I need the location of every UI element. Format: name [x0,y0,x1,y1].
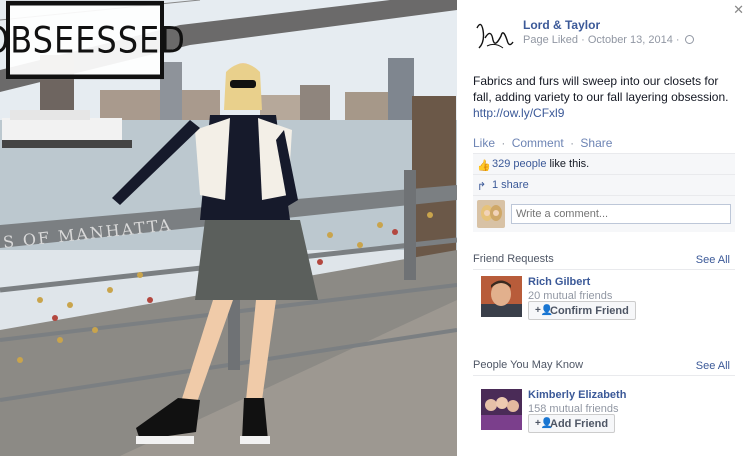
ufi-box: 👍 329 people like this. ↱ 1 share [473,153,735,232]
friend-requests-see-all[interactable]: See All [696,254,730,266]
stamp-text: OBSEESSED [0,18,186,62]
globe-icon [684,35,694,44]
likes-suffix: like this. [549,158,590,170]
likes-count-link[interactable]: 329 people [492,158,546,170]
post-link[interactable]: http://ow.ly/CFxl9 [473,106,564,120]
action-dot: · [570,136,575,150]
likes-row: 👍 329 people like this. [473,154,735,175]
share-link[interactable]: Share [580,136,612,150]
divider [473,375,735,376]
comment-link[interactable]: Comment [512,136,564,150]
people-you-may-know-title: People You May Know [473,359,584,371]
people-you-may-know-see-all[interactable]: See All [696,360,730,372]
post-header: Lord & Taylor Page Liked · October 13, 2… [473,16,735,56]
like-link[interactable]: Like [473,136,495,150]
shares-count-link[interactable]: 1 share [492,179,529,191]
post-photo[interactable]: OBSEESSED S OF MANHATTA [0,0,457,456]
confirm-friend-label: Confirm Friend [550,304,629,317]
avatar[interactable] [477,200,505,228]
thumbs-up-icon: 👍 [477,159,491,172]
page-name-link[interactable]: Lord & Taylor [523,18,600,32]
obsessed-stamp: OBSEESSED [0,0,185,80]
add-friend-icon: +👤 [535,305,554,316]
friend-requests-title: Friend Requests [473,253,554,265]
action-dot: · [501,136,506,150]
shares-row: ↱ 1 share [473,175,735,196]
meta-separator-2: · [675,34,680,46]
post-meta: Page Liked · October 13, 2014 · [523,34,694,46]
post-date[interactable]: October 13, 2014 [588,34,673,46]
lord-taylor-logo[interactable] [473,18,515,56]
pymk-name[interactable]: Kimberly Elizabeth [528,389,626,401]
confirm-friend-button[interactable]: +👤 Confirm Friend [528,301,636,320]
comment-composer [473,196,735,232]
share-arrow-icon: ↱ [477,180,487,193]
page-liked-status[interactable]: Page Liked [523,34,578,46]
friend-request-name[interactable]: Rich Gilbert [528,276,590,288]
avatar[interactable] [481,276,522,317]
friend-request-item: Rich Gilbert 20 mutual friends +👤 Confir… [481,276,731,320]
meta-separator: · [581,34,585,46]
post-side-panel: ✕ Lord & Taylor Page Liked · October 13,… [457,0,750,456]
avatar[interactable] [481,389,522,430]
add-friend-button[interactable]: +👤 Add Friend [528,414,616,433]
pymk-item: Kimberly Elizabeth 158 mutual friends +👤… [481,389,731,433]
post-message: Fabrics and furs will sweep into our clo… [473,73,733,121]
add-friend-icon: +👤 [535,418,554,429]
divider [473,269,735,270]
post-actions: Like · Comment · Share [473,136,612,150]
add-friend-label: Add Friend [550,417,609,430]
post-body-text: Fabrics and furs will sweep into our clo… [473,74,729,104]
comment-input[interactable] [511,204,731,224]
